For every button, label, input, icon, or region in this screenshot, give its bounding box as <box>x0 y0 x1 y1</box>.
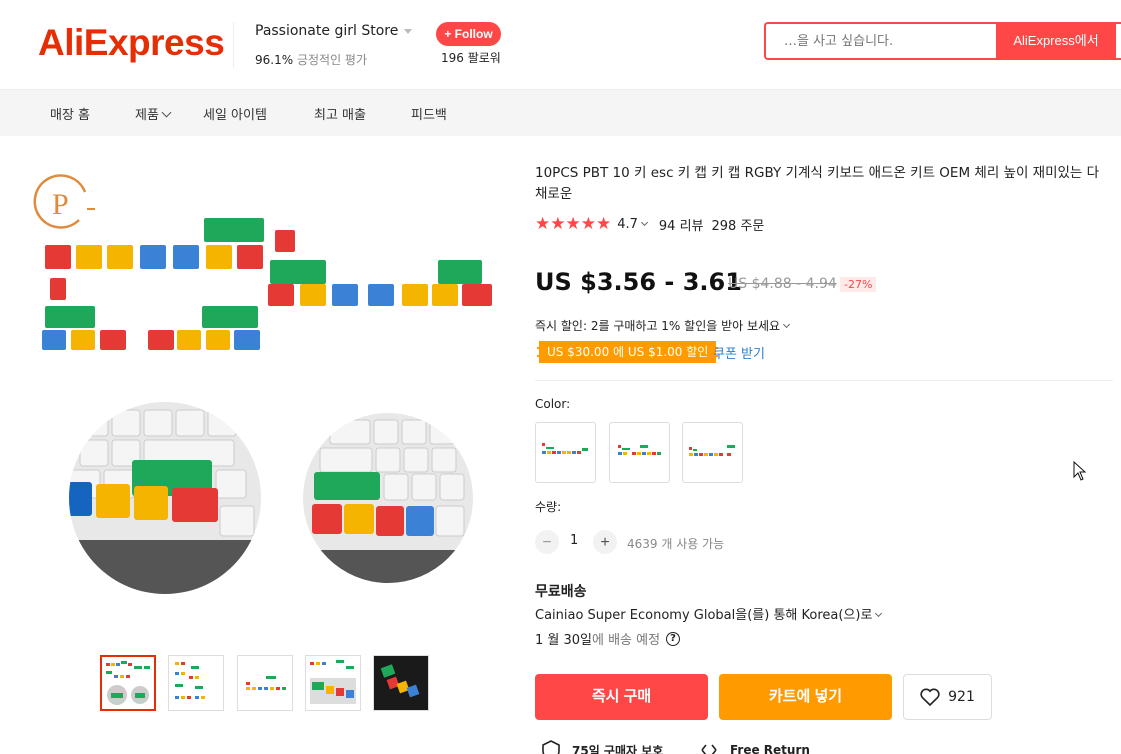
svg-text:P: P <box>52 188 69 221</box>
delivery-suffix: 에 배송 예정 <box>592 633 661 648</box>
mouse-cursor-icon <box>1073 461 1087 481</box>
shipping-title: 무료배송 <box>535 584 587 600</box>
search-button[interactable]: AliExpress에서 <box>996 22 1116 60</box>
color-swatch-1[interactable] <box>535 422 596 483</box>
search-bar: AliExpress에서 <box>764 22 1121 60</box>
chevron-down-icon[interactable] <box>875 609 883 618</box>
thumbnail-3[interactable] <box>237 655 293 711</box>
header: AliExpress Passionate girl Store 96.1% 긍… <box>0 0 1121 90</box>
store-rating: 96.1% 긍정적인 평가 <box>255 51 367 68</box>
orders-count: 298 주문 <box>711 218 765 234</box>
buy-now-button[interactable]: 즉시 구매 <box>535 674 708 720</box>
shipping-method[interactable]: Cainiao Super Economy Global을(를) 통해 Kore… <box>535 604 883 623</box>
original-price: US $4.88 - 4.94 <box>728 276 837 292</box>
rating-row: ★★★★★ 4.7 94 리뷰 298 주문 <box>535 214 764 234</box>
keyboard-closeup-2 <box>303 413 473 583</box>
swatch-image <box>689 445 735 456</box>
free-return-text: Free Return <box>730 743 810 754</box>
star-rating-icon: ★★★★★ <box>535 214 612 234</box>
quantity-increase-button[interactable]: + <box>593 530 617 554</box>
thumbnail-2[interactable] <box>168 655 224 711</box>
delivery-date: 1 월 30일 <box>535 633 592 648</box>
divider <box>535 380 1113 381</box>
color-label: Color: <box>535 397 571 411</box>
follow-button[interactable]: + Follow <box>436 22 501 46</box>
thumbnail-image <box>246 676 286 690</box>
nav-store-home[interactable]: 매장 홈 <box>50 104 90 123</box>
thumbnail-image <box>106 661 150 705</box>
delivery-estimate: 1 월 30일 에 배송 예정? <box>535 629 681 648</box>
store-nav: 매장 홈 제품 세일 아이템 최고 매출 피드백 <box>0 90 1121 136</box>
quantity-decrease-button[interactable]: − <box>535 530 559 554</box>
store-rating-value: 96.1% <box>255 53 294 67</box>
store-rating-label: 긍정적인 평가 <box>296 53 368 67</box>
store-name-text[interactable]: Passionate girl Store <box>255 23 398 39</box>
thumbnail-5[interactable] <box>373 655 429 711</box>
instant-discount[interactable]: 즉시 할인: 2를 구매하고 1% 할인을 받아 보세요 <box>535 317 791 334</box>
buyer-protection-text: 75일 구매자 보호 <box>572 743 664 754</box>
heart-icon <box>920 688 940 706</box>
available-stock: 4639 개 사용 가능 <box>627 537 725 551</box>
add-to-cart-button[interactable]: 카트에 넣기 <box>719 674 892 720</box>
chevron-down-icon[interactable] <box>640 218 648 227</box>
instant-discount-text[interactable]: 즉시 할인: 2를 구매하고 1% 할인을 받아 보세요 <box>535 319 780 333</box>
buyer-protection: 75일 구매자 보호 <box>540 739 663 754</box>
chevron-down-icon[interactable] <box>783 320 791 329</box>
aliexpress-logo[interactable]: AliExpress <box>38 22 225 64</box>
return-icon <box>701 744 717 754</box>
chevron-down-icon[interactable] <box>161 107 172 118</box>
discount-badge: -27% <box>840 277 877 292</box>
color-swatch-2[interactable] <box>609 422 670 483</box>
store-name[interactable]: Passionate girl Store <box>255 23 413 39</box>
swatch-image <box>542 443 588 454</box>
followers-count: 196 팔로워 <box>441 51 501 65</box>
help-icon[interactable]: ? <box>666 631 681 646</box>
quantity-value[interactable]: 1 <box>570 533 578 548</box>
free-return: Free Return <box>698 739 810 754</box>
wishlist-button[interactable]: 921 <box>903 674 992 720</box>
shield-icon <box>542 740 560 754</box>
nav-sale-items[interactable]: 세일 아이템 <box>203 104 267 123</box>
nav-products[interactable]: 제품 <box>135 104 172 123</box>
product-title: 10PCS PBT 10 키 esc 키 캡 키 캡 RGBY 기계식 키보드 … <box>535 165 1100 202</box>
nav-top-selling[interactable]: 최고 매출 <box>314 104 366 123</box>
coupon-badge[interactable]: US $30.00 에 US $1.00 할인 <box>537 341 719 363</box>
thumbnail-image <box>175 662 205 699</box>
swatch-image <box>618 445 661 455</box>
color-swatch-3[interactable] <box>682 422 743 483</box>
keycap-set-illustration <box>42 218 492 350</box>
caret-down-icon[interactable] <box>404 28 413 34</box>
brand-p-logo: P <box>33 174 95 229</box>
wishlist-count: 921 <box>948 689 975 705</box>
nav-feedback[interactable]: 피드백 <box>411 104 447 123</box>
thumbnail-1[interactable] <box>100 655 156 711</box>
divider <box>233 22 234 68</box>
thumbnail-image <box>310 660 356 704</box>
get-coupon-link[interactable]: 쿠폰 받기 <box>713 343 765 362</box>
current-price: US $3.56 - 3.61 <box>535 268 742 296</box>
rating-value[interactable]: 4.7 <box>617 217 638 232</box>
keyboard-closeup-1 <box>69 402 261 594</box>
nav-products-label[interactable]: 제품 <box>135 108 159 123</box>
thumbnail-4[interactable] <box>305 655 361 711</box>
reviews-link[interactable]: 94 리뷰 <box>659 215 704 234</box>
thumbnail-image <box>374 656 428 710</box>
shipping-method-text[interactable]: Cainiao Super Economy Global을(를) 통해 Kore… <box>535 608 872 623</box>
search-input[interactable] <box>784 24 984 58</box>
quantity-label: 수량: <box>535 500 562 514</box>
